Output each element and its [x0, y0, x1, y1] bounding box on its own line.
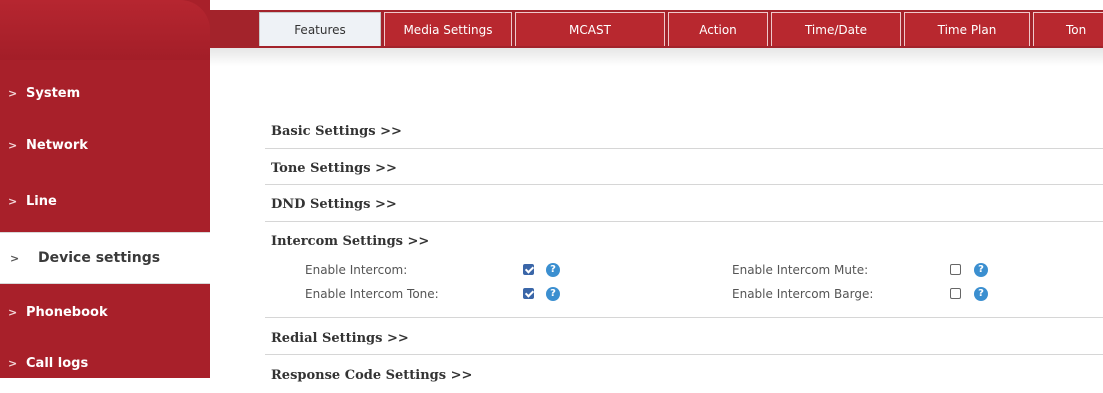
sidebar-item-call-logs[interactable]: > Call logs — [0, 340, 210, 386]
sidebar-item-network[interactable]: > Network — [0, 122, 210, 168]
help-icon[interactable]: ? — [546, 263, 560, 277]
help-icon[interactable]: ? — [974, 287, 988, 301]
sidebar-item-line[interactable]: > Line — [0, 178, 210, 224]
section-tone-settings[interactable]: Tone Settings >> — [271, 150, 1101, 186]
enable-intercom-checkbox[interactable] — [523, 264, 534, 275]
sidebar-item-label: System — [26, 85, 81, 101]
sidebar-item-label: Device settings — [38, 250, 161, 266]
enable-intercom-barge-checkbox[interactable] — [950, 288, 961, 299]
help-icon[interactable]: ? — [546, 287, 560, 301]
sidebar-item-label: Line — [26, 193, 57, 209]
main-content: Basic Settings >> Tone Settings >> DND S… — [250, 0, 1103, 383]
section-dnd-settings[interactable]: DND Settings >> — [271, 186, 1101, 222]
chevron-right-icon: > — [10, 251, 20, 265]
sidebar: > System > Network > Line > Device setti… — [0, 0, 210, 378]
sidebar-item-phonebook[interactable]: > Phonebook — [0, 289, 210, 335]
chevron-right-icon: > — [8, 305, 18, 319]
section-response-code-settings[interactable]: Response Code Settings >> — [271, 357, 1101, 393]
chevron-right-icon: > — [8, 194, 18, 208]
divider — [265, 221, 1103, 222]
sidebar-header — [0, 0, 210, 60]
enable-intercom-label: Enable Intercom: — [305, 263, 408, 277]
sidebar-item-device-settings[interactable]: > Device settings — [0, 232, 210, 284]
section-intercom-settings[interactable]: Intercom Settings >> — [271, 223, 1101, 259]
divider — [265, 317, 1103, 318]
enable-intercom-barge-label: Enable Intercom Barge: — [732, 287, 874, 301]
enable-intercom-mute-checkbox[interactable] — [950, 264, 961, 275]
section-redial-settings[interactable]: Redial Settings >> — [271, 320, 1101, 356]
divider — [265, 184, 1103, 185]
help-icon[interactable]: ? — [974, 263, 988, 277]
chevron-right-icon: > — [8, 356, 18, 370]
divider — [265, 354, 1103, 355]
chevron-right-icon: > — [8, 86, 18, 100]
enable-intercom-tone-label: Enable Intercom Tone: — [305, 287, 439, 301]
enable-intercom-tone-checkbox[interactable] — [523, 288, 534, 299]
section-basic-settings[interactable]: Basic Settings >> — [271, 113, 1101, 149]
enable-intercom-mute-label: Enable Intercom Mute: — [732, 263, 869, 277]
sidebar-item-label: Phonebook — [26, 304, 108, 320]
sidebar-item-label: Network — [26, 137, 88, 153]
divider — [265, 148, 1103, 149]
chevron-right-icon: > — [8, 138, 18, 152]
sidebar-item-label: Call logs — [26, 355, 89, 371]
sidebar-item-system[interactable]: > System — [0, 70, 210, 116]
